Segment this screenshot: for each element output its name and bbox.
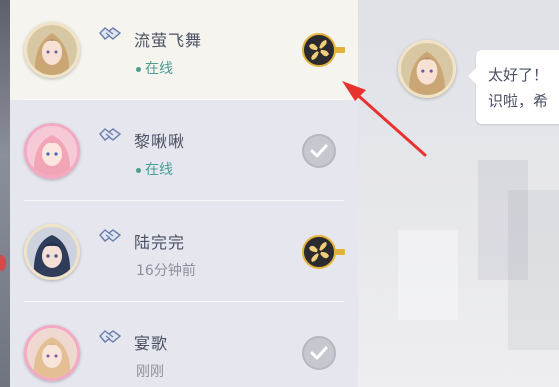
annotation-arrow <box>342 81 427 157</box>
